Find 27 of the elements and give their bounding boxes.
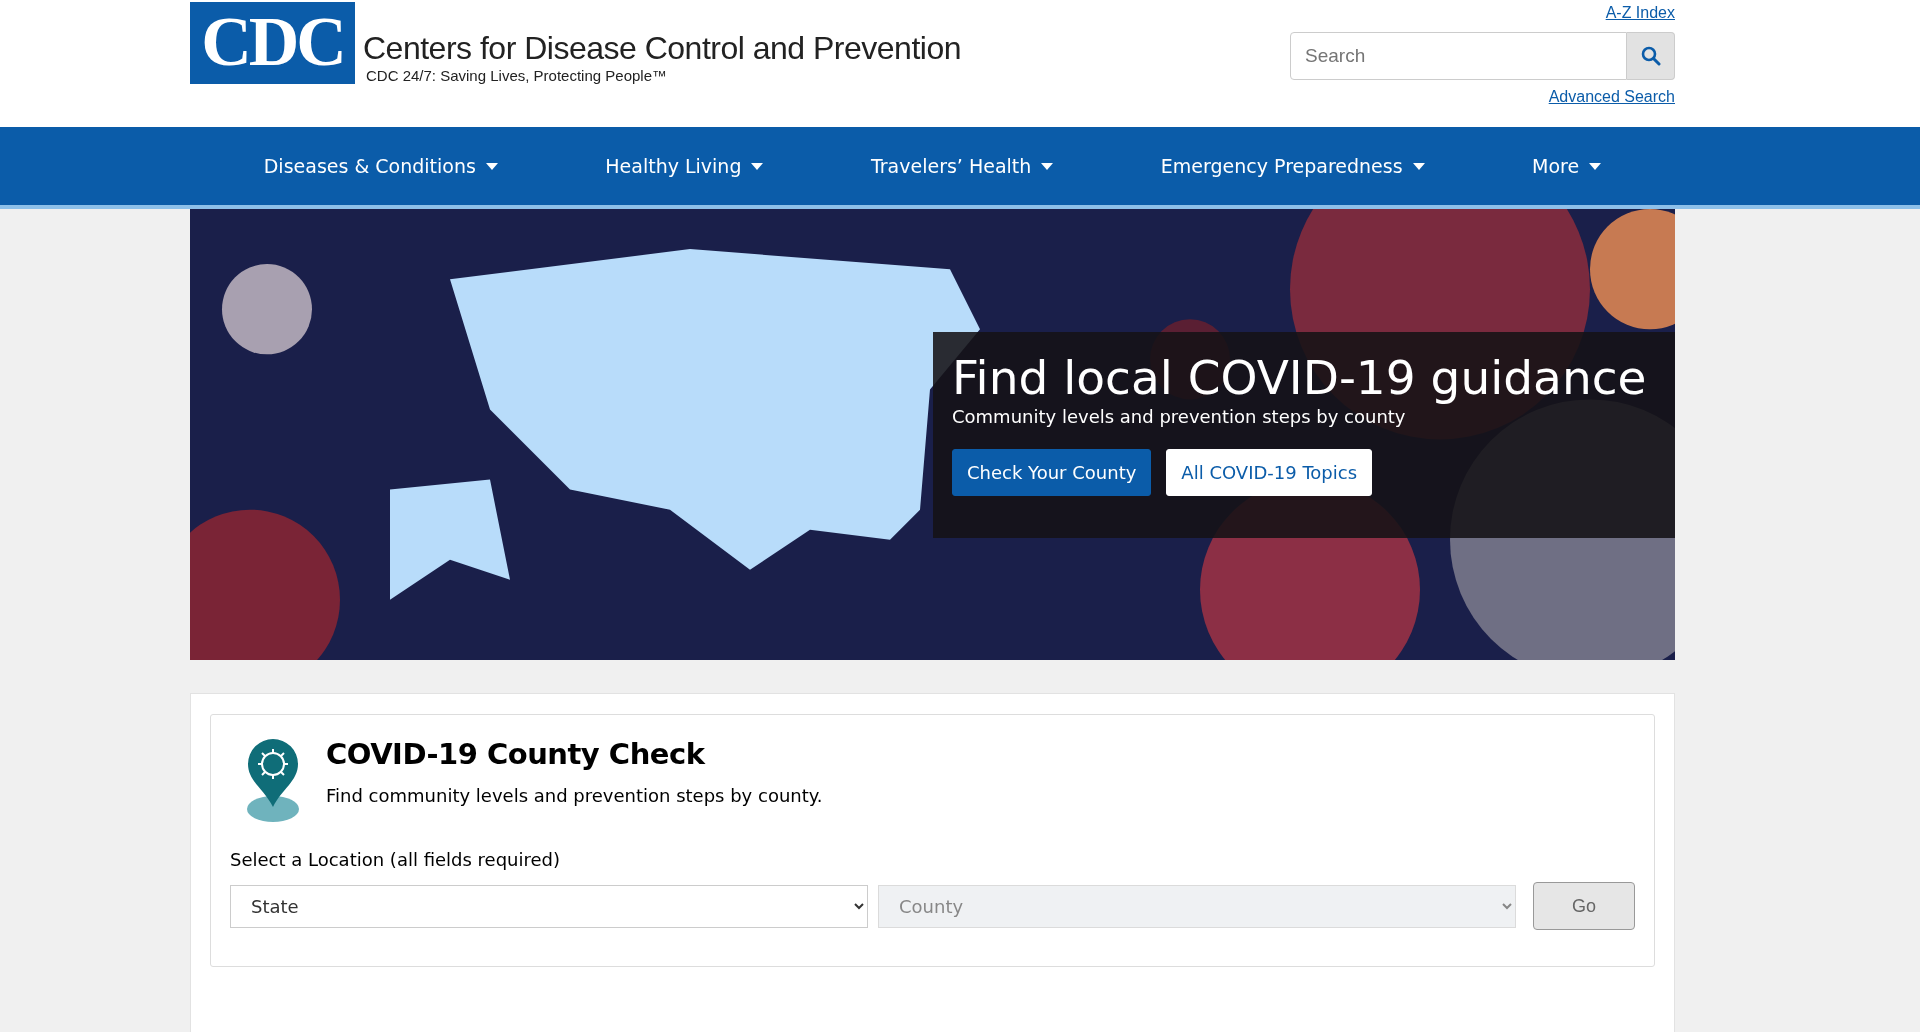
card-title: COVID-19 County Check [326, 737, 707, 771]
nav-menu-item[interactable]: Emergency Preparedness [1154, 147, 1431, 185]
search-icon [1640, 46, 1661, 66]
nav-menu-item[interactable]: Travelers’ Health [864, 147, 1060, 185]
location-pin-icon [246, 737, 300, 823]
caret-icon [1589, 162, 1602, 170]
advanced-search-link[interactable]: Advanced Search [1548, 88, 1675, 106]
search-button[interactable] [1627, 32, 1675, 80]
site-title: Centers for Disease Control and Prevention [363, 30, 961, 67]
caret-icon [1041, 162, 1054, 170]
a-z-index-link[interactable]: A-Z Index [1605, 4, 1675, 22]
location-label: Select a Location (all fields required) [230, 849, 561, 870]
nav-menu-item[interactable]: Healthy Living [599, 147, 770, 185]
cdc-logo[interactable]: CDC [190, 2, 355, 84]
caret-icon [485, 162, 498, 170]
hero-button[interactable]: All COVID-19 Topics [1166, 449, 1373, 497]
caret-icon [751, 162, 764, 170]
nav-menu-item[interactable]: More [1526, 147, 1608, 185]
site-tagline: CDC 24/7: Saving Lives, Protecting People™ [366, 67, 668, 84]
card-description: Find community levels and prevention steps by county. [326, 785, 823, 806]
hero-subtitle: Community levels and prevention steps by county [952, 406, 1407, 428]
search-field[interactable]: Search [1290, 32, 1627, 80]
nav-menu-item[interactable]: Diseases & Conditions [257, 147, 504, 185]
caret-icon [1412, 162, 1425, 170]
state-dropdown[interactable]: State [230, 884, 868, 928]
hero-title: Find local COVID-19 guidance [952, 350, 1648, 407]
hero-button[interactable]: Check Your County [952, 449, 1152, 497]
